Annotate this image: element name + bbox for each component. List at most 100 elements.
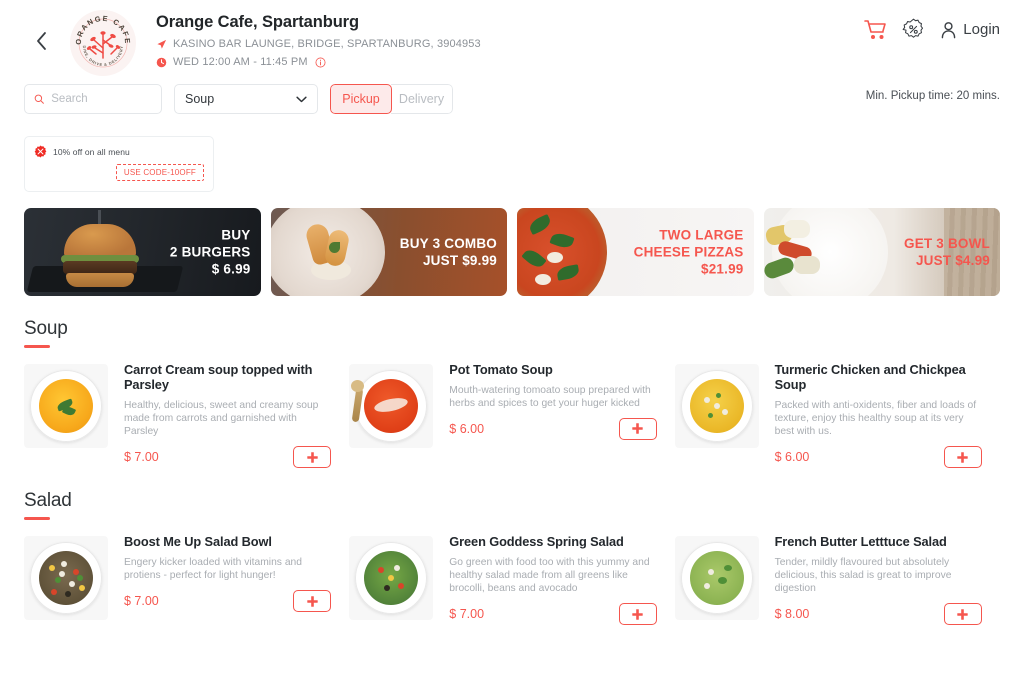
menu-item[interactable]: Turmeric Chicken and Chickpea Soup Packe… <box>674 362 1000 469</box>
section-title: Salad <box>24 490 72 512</box>
category-selected-label: Soup <box>185 92 215 106</box>
item-name: Boost Me Up Salad Bowl <box>124 533 272 549</box>
percent-badge-icon[interactable] <box>902 18 925 41</box>
clock-icon <box>156 57 167 68</box>
promo-line-1: BUY 3 COMBO <box>399 236 497 251</box>
item-footer: $ 7.00 <box>124 446 332 469</box>
search-input[interactable] <box>51 93 152 105</box>
coupon-card[interactable]: 10% off on all menu USE CODE-10OFF <box>24 136 214 192</box>
coupon-code-button[interactable]: USE CODE-10OFF <box>115 164 204 181</box>
add-to-cart-button[interactable] <box>943 603 982 626</box>
section-header: Salad <box>24 490 1000 520</box>
promo-line-1: BUY <box>221 227 251 243</box>
navigation-arrow-icon <box>156 39 167 50</box>
item-footer: $ 8.00 <box>774 603 982 626</box>
promo-banner-strip: BUY 2 BURGERS $ 6.99 BUY 3 COMBO JUST $9… <box>0 192 1024 296</box>
delivery-button[interactable]: Delivery <box>391 84 453 114</box>
login-button[interactable]: Login <box>939 20 1000 40</box>
item-footer: $ 7.00 <box>449 603 657 626</box>
menu-section-salad: Salad Boost Me Up Salad Bowl Engery kick… <box>0 490 1024 626</box>
item-description: Go green with food too with this yummy a… <box>449 556 650 595</box>
item-name: Pot Tomato Soup <box>449 361 553 377</box>
menu-item[interactable]: Boost Me Up Salad Bowl Engery kicker loa… <box>24 534 349 626</box>
orange-cafe-logo-icon: ORANGE CAFE DINE, DRIVE & DELIVERY <box>72 12 134 74</box>
item-body: Pot Tomato Soup Mouth-watering tomoato s… <box>449 361 657 469</box>
pickup-button[interactable]: Pickup <box>330 84 392 114</box>
header-actions: Login <box>864 8 1000 41</box>
promo-line-2: CHEESE PIZZAS <box>633 244 744 260</box>
item-body: French Butter Letttuce Salad Tender, mil… <box>775 534 982 626</box>
promo-line-2: JUST $4.99 <box>915 253 990 268</box>
add-to-cart-button[interactable] <box>618 603 657 626</box>
min-pickup-time-note: Min. Pickup time: 20 mins. <box>865 90 1000 102</box>
shopping-cart-icon[interactable] <box>864 19 888 41</box>
item-name: Turmeric Chicken and Chickpea Soup <box>774 361 966 392</box>
section-underline <box>24 517 50 520</box>
add-to-cart-button[interactable] <box>618 417 657 440</box>
menu-item[interactable]: French Butter Letttuce Salad Tender, mil… <box>674 534 1000 626</box>
item-price: $ 7.00 <box>124 594 159 609</box>
menu-item[interactable]: Green Goddess Spring Salad Go green with… <box>349 534 674 626</box>
venue-hours-row: WED 12:00 AM - 11:45 PM <box>156 56 864 68</box>
person-icon <box>942 21 956 38</box>
venue-info: Orange Cafe, Spartanburg KASINO BAR LAUN… <box>156 8 864 68</box>
page-header: ORANGE CAFE DINE, DRIVE & DELIVERY Orang… <box>0 0 1024 76</box>
promo-banner-combo[interactable]: BUY 3 COMBO JUST $9.99 <box>270 208 507 296</box>
item-thumbnail-turmeric-soup <box>674 363 759 448</box>
search-field[interactable] <box>24 84 162 114</box>
coupon-top-row: 10% off on all menu <box>34 145 204 158</box>
add-to-cart-button[interactable] <box>943 446 982 469</box>
add-to-cart-button[interactable] <box>293 446 332 469</box>
login-label: Login <box>963 21 1000 38</box>
promo-banner-text: TWO LARGE CHEESE PIZZAS $21.99 <box>634 227 744 278</box>
menu-item[interactable]: Carrot Cream soup topped with Parsley He… <box>24 362 349 469</box>
coupon-text: 10% off on all menu <box>53 146 130 157</box>
discount-burst-icon <box>34 145 47 158</box>
item-price: $ 7.00 <box>449 607 485 622</box>
menu-item[interactable]: Pot Tomato Soup Mouth-watering tomoato s… <box>349 362 674 469</box>
item-description: Healthy, delicious, sweet and creamy sou… <box>124 399 319 437</box>
item-body: Boost Me Up Salad Bowl Engery kicker loa… <box>124 533 332 626</box>
plus-icon <box>307 595 318 607</box>
item-body: Turmeric Chicken and Chickpea Soup Packe… <box>775 362 982 469</box>
controls-row: Soup Pickup Delivery Min. Pickup time: 2… <box>0 72 1024 114</box>
item-body: Carrot Cream soup topped with Parsley He… <box>124 361 332 469</box>
section-underline <box>24 345 50 348</box>
item-description: Packed with anti-oxidents, fiber and loa… <box>774 399 977 437</box>
promo-line-1: GET 3 BOWL <box>904 236 990 251</box>
item-description: Tender, mildly flavoured but absolutely … <box>774 556 952 595</box>
menu-section-soup: Soup Carrot Cream soup topped with Parsl… <box>0 318 1024 469</box>
promo-banner-pizza[interactable]: TWO LARGE CHEESE PIZZAS $21.99 <box>517 208 754 296</box>
item-name: Green Goddess Spring Salad <box>449 533 624 549</box>
plus-icon <box>307 451 318 463</box>
promo-line-3: $ 6.99 <box>211 261 251 277</box>
item-footer: $ 6.00 <box>775 446 982 469</box>
venue-hours: WED 12:00 AM - 11:45 PM <box>173 56 308 68</box>
promo-line-1: TWO LARGE <box>659 227 744 243</box>
item-price: $ 7.00 <box>124 450 159 465</box>
item-body: Green Goddess Spring Salad Go green with… <box>449 533 657 626</box>
coupon-section: 10% off on all menu USE CODE-10OFF <box>0 114 1024 192</box>
item-footer: $ 6.00 <box>449 417 657 440</box>
item-thumbnail-boost-salad <box>24 535 108 620</box>
promo-banner-burgers[interactable]: BUY 2 BURGERS $ 6.99 <box>24 208 261 296</box>
item-name: Carrot Cream soup topped with Parsley <box>124 361 313 392</box>
item-thumbnail-butter-lettuce <box>674 535 759 620</box>
add-to-cart-button[interactable] <box>293 590 332 613</box>
item-thumbnail-carrot-soup <box>24 363 108 448</box>
item-footer: $ 7.00 <box>124 590 332 613</box>
promo-banner-bowl[interactable]: GET 3 BOWL JUST $4.99 <box>763 208 1000 296</box>
back-button[interactable] <box>24 24 58 58</box>
item-thumbnail-tomato-soup <box>349 363 434 448</box>
menu-grid: Carrot Cream soup topped with Parsley He… <box>24 362 1000 469</box>
category-select[interactable]: Soup <box>174 84 318 114</box>
item-description: Mouth-watering tomoato soup prepared wit… <box>449 384 651 409</box>
plus-icon <box>632 423 643 435</box>
item-price: $ 8.00 <box>774 607 810 622</box>
section-header: Soup <box>24 318 1000 348</box>
promo-banner-text: BUY 3 COMBO JUST $9.99 <box>400 235 497 269</box>
info-circle-icon[interactable] <box>315 57 326 68</box>
order-mode-toggle: Pickup Delivery <box>330 84 453 114</box>
plus-icon <box>632 609 643 620</box>
venue-name: Orange Cafe, Spartanburg <box>156 13 359 31</box>
